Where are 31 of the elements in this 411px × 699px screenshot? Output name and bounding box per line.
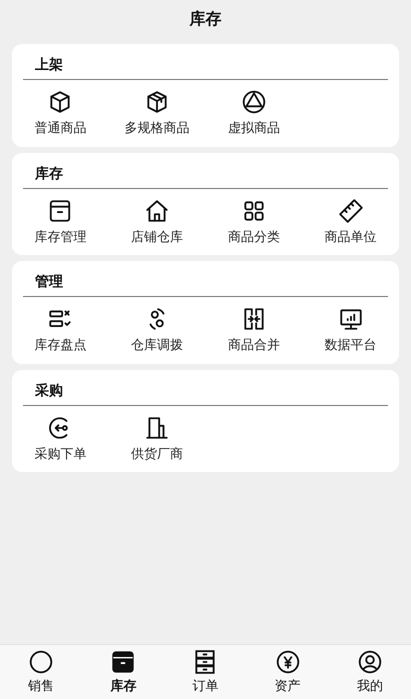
tab[interactable]: 订单 [164, 645, 247, 699]
menu-item[interactable]: 虚拟商品 [206, 89, 302, 138]
yen-icon [274, 649, 301, 675]
circle-icon [28, 649, 54, 675]
menu-item[interactable]: 商品合并 [206, 306, 302, 356]
menu-item[interactable]: 多规格商品 [108, 89, 206, 138]
menu-item[interactable]: 商品分类 [206, 198, 302, 247]
tab[interactable]: 资产 [246, 645, 329, 699]
menu-item[interactable]: 仓库调拨 [108, 306, 206, 356]
user-circle-icon [356, 649, 383, 675]
archive-icon [110, 649, 136, 675]
menu-item[interactable]: 库存管理 [12, 198, 109, 247]
menu-item[interactable]: 数据平台 [302, 306, 399, 356]
section-title: 采购 [35, 382, 63, 398]
menu-item[interactable]: 供货厂商 [108, 414, 206, 464]
section-title: 管理 [35, 274, 63, 290]
menu-item[interactable]: 库存盘点 [12, 306, 109, 356]
menu-item[interactable]: 店铺仓库 [108, 198, 206, 247]
menu-item[interactable]: 商品单位 [302, 198, 399, 247]
menu-item[interactable]: 采购下单 [12, 414, 109, 464]
triangle-circle-icon [240, 89, 267, 115]
page-title: 库存 [190, 8, 222, 30]
menu-item[interactable]: 普通商品 [12, 89, 109, 138]
tab[interactable]: 库存 [82, 645, 164, 699]
tab[interactable]: 销售 [0, 645, 82, 699]
ruler-icon [338, 198, 364, 224]
section-title: 库存 [35, 166, 63, 182]
section-title: 上架 [35, 57, 63, 73]
house-icon [144, 198, 170, 224]
building-icon [144, 414, 170, 440]
tab[interactable]: 我的 [328, 645, 411, 699]
